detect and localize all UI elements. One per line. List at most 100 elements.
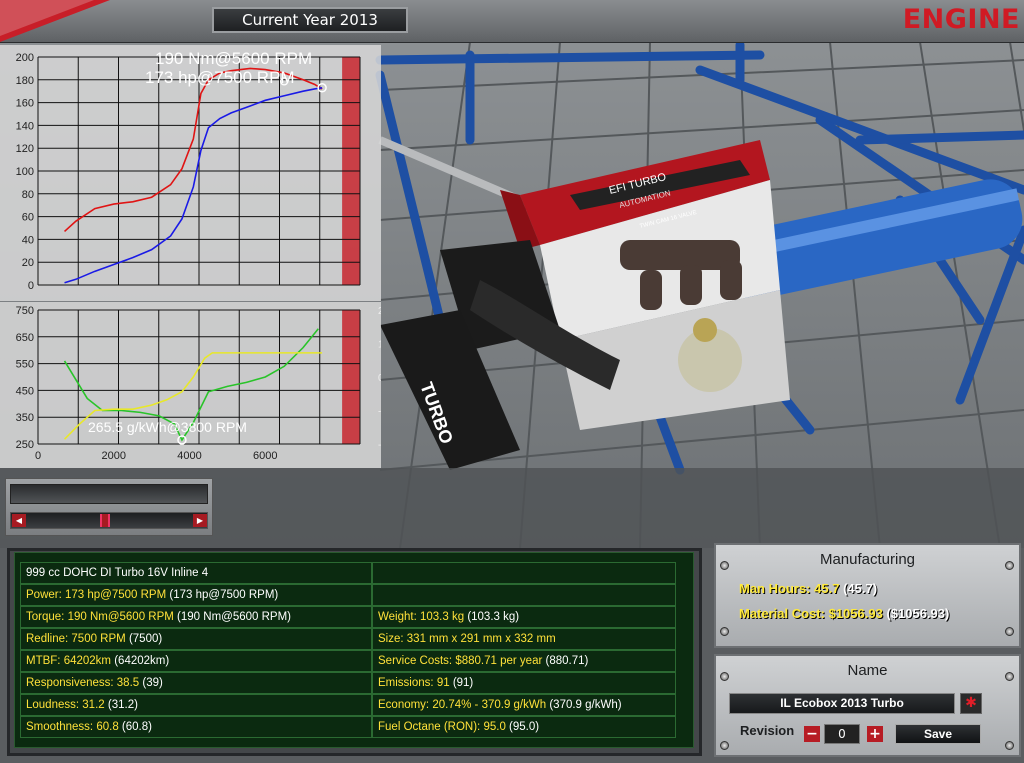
stat-loudness-label: Loudness:: [26, 699, 80, 711]
stat-torque-label: Torque:: [26, 611, 65, 623]
screw-icon: [1005, 741, 1014, 750]
stat-torque-value: 190 Nm@5600 RPM: [67, 611, 174, 623]
y-tick-label: 140: [16, 120, 34, 132]
rpm-slider-thumb[interactable]: [100, 514, 110, 527]
material-cost: Material Cost: $1056.93 ($1056.93): [739, 606, 949, 621]
stat-smoothness-paren: (60.8): [121, 721, 152, 733]
y-tick-label: 60: [22, 212, 34, 224]
revision-value: 0: [824, 724, 860, 744]
save-button[interactable]: Save: [895, 724, 981, 744]
stat-redline-paren: (7500): [128, 633, 163, 645]
x-tick-label: 6000: [253, 450, 277, 462]
stat-responsiveness-value: 38.5: [116, 677, 140, 689]
stat-service-costs-value: $880.71 per year: [455, 655, 543, 667]
top-bar: [0, 0, 1024, 43]
y-tick-label-left: 750: [16, 305, 34, 317]
stat-fuel-octane-value: 95.0: [483, 721, 506, 733]
economy-boost-chart-svg: 250 350 450 550 650 750 -1.0 -0.2 0.6 1.4 2.2 0 2000…: [16, 305, 396, 462]
stat-service-costs-paren: (880.71): [545, 655, 589, 667]
x-tick-label: 2000: [102, 450, 126, 462]
screw-icon: [720, 627, 729, 636]
power-torque-chart: 0 20 40 60 80 100 120 140 160 180 200 190 Nm@5600 R…: [0, 45, 381, 301]
y-tick-label: 180: [16, 75, 34, 87]
stat-torque: Torque: 190 Nm@5600 RPM (190 Nm@5600 RPM…: [20, 606, 372, 628]
stat-fuel-octane-label: Fuel Octane (RON):: [378, 721, 481, 733]
power-torque-chart-svg: 0 20 40 60 80 100 120 140 160 180 200 190 Nm@5600 R…: [16, 49, 361, 292]
stat-service-costs: Service Costs: $880.71 per year (880.71): [372, 650, 676, 672]
y-tick-label: 160: [16, 98, 34, 110]
stat-smoothness-label: Smoothness:: [26, 721, 94, 733]
stat-power: Power: 173 hp@7500 RPM (173 hp@7500 RPM): [20, 584, 372, 606]
stat-economy: Economy: 20.74% - 370.9 g/kWh (370.9 g/k…: [372, 694, 676, 716]
stat-size: Size: 331 mm x 291 mm x 332 mm: [372, 628, 676, 650]
stat-power-label: Power:: [26, 589, 62, 601]
y-tick-label-left: 650: [16, 332, 34, 344]
material-cost-value: $1056.93: [828, 606, 883, 621]
stat-redline-value: 7500 RPM: [71, 633, 126, 645]
stat-mtbf-label: MTBF:: [26, 655, 61, 667]
y-tick-label-right: 2.2: [378, 306, 381, 317]
stat-economy-paren: (370.9 g/kWh): [549, 699, 622, 711]
man-hours-value: 45.7: [814, 581, 840, 596]
stat-mtbf-value: 64202km: [63, 655, 112, 667]
efficiency-annotation: 265.5 g/kWh@3800 RPM: [88, 419, 247, 435]
rename-icon: ✱: [965, 695, 977, 711]
power-peak-annotation: 173 hp@7500 RPM: [145, 68, 295, 87]
y-tick-label: 200: [16, 52, 34, 64]
corner-accent-stripe: [0, 0, 94, 36]
stat-redline: Redline: 7500 RPM (7500): [20, 628, 372, 650]
stat-smoothness-value: 60.8: [96, 721, 119, 733]
stat-right-empty-cell: [372, 584, 676, 606]
stat-weight: Weight: 103.3 kg (103.3 kg): [372, 606, 676, 628]
revision-label: Revision: [740, 723, 795, 738]
slider-left-arrow-button[interactable]: ◀: [12, 514, 26, 527]
stat-service-costs-label: Service Costs:: [378, 655, 453, 667]
screen-title: ENGINE: [902, 4, 1020, 35]
y-tick-label: 100: [16, 166, 34, 178]
stats-header-empty-cell: [372, 562, 676, 584]
y-tick-label-right: 1.4: [378, 340, 381, 351]
power-curve: [64, 86, 323, 284]
torque-curve: [63, 67, 323, 233]
slider-right-arrow-button[interactable]: ▶: [193, 514, 207, 527]
stat-size-value: 331 mm x 291 mm x 332 mm: [406, 633, 556, 645]
stat-size-label: Size:: [378, 633, 404, 645]
stat-mtbf: MTBF: 64202km (64202km): [20, 650, 372, 672]
stat-redline-label: Redline:: [26, 633, 69, 645]
y-tick-label-left: 350: [16, 412, 34, 424]
man-hours-label: Man Hours:: [739, 581, 811, 596]
stat-weight-paren: (103.3 kg): [467, 611, 520, 623]
rpm-slider-header: [10, 484, 208, 504]
y-tick-label-left: 250: [16, 439, 34, 451]
revision-decrement-button[interactable]: −: [804, 726, 820, 742]
y-tick-label-left: 550: [16, 359, 34, 371]
random-name-button[interactable]: ✱: [960, 693, 982, 714]
manufacturing-title: Manufacturing: [819, 551, 916, 568]
name-panel-title: Name: [847, 662, 888, 679]
engine-name-field[interactable]: IL Ecobox 2013 Turbo: [729, 693, 955, 714]
y-tick-label: 0: [28, 280, 34, 292]
man-hours: Man Hours: 45.7 (45.7): [739, 581, 877, 596]
y-tick-label-right: -1.0: [378, 440, 381, 451]
stat-fuel-octane: Fuel Octane (RON): 95.0 (95.0): [372, 716, 676, 738]
stat-torque-paren: (190 Nm@5600 RPM): [177, 611, 291, 623]
redline-band: [342, 310, 360, 444]
stat-smoothness: Smoothness: 60.8 (60.8): [20, 716, 372, 738]
stat-economy-value: 20.74% - 370.9 g/kWh: [432, 699, 547, 711]
stat-responsiveness: Responsiveness: 38.5 (39): [20, 672, 372, 694]
stat-mtbf-paren: (64202km): [114, 655, 170, 667]
engine-description: 999 cc DOHC DI Turbo 16V Inline 4: [20, 562, 372, 584]
revision-increment-button[interactable]: +: [867, 726, 883, 742]
stat-emissions-value: 91: [436, 677, 450, 689]
stat-responsiveness-paren: (39): [142, 677, 163, 689]
stat-weight-label: Weight:: [378, 611, 417, 623]
y-tick-label: 40: [22, 234, 34, 246]
y-tick-label: 80: [22, 189, 34, 201]
x-tick-label: 0: [35, 450, 41, 462]
y-tick-label-left: 450: [16, 385, 34, 397]
stat-emissions-label: Emissions:: [378, 677, 434, 689]
stat-power-paren: (173 hp@7500 RPM): [169, 589, 279, 601]
y-tick-label-right: 0.6: [378, 373, 381, 384]
stat-loudness-value: 31.2: [82, 699, 105, 711]
material-cost-label: Material Cost:: [739, 606, 825, 621]
